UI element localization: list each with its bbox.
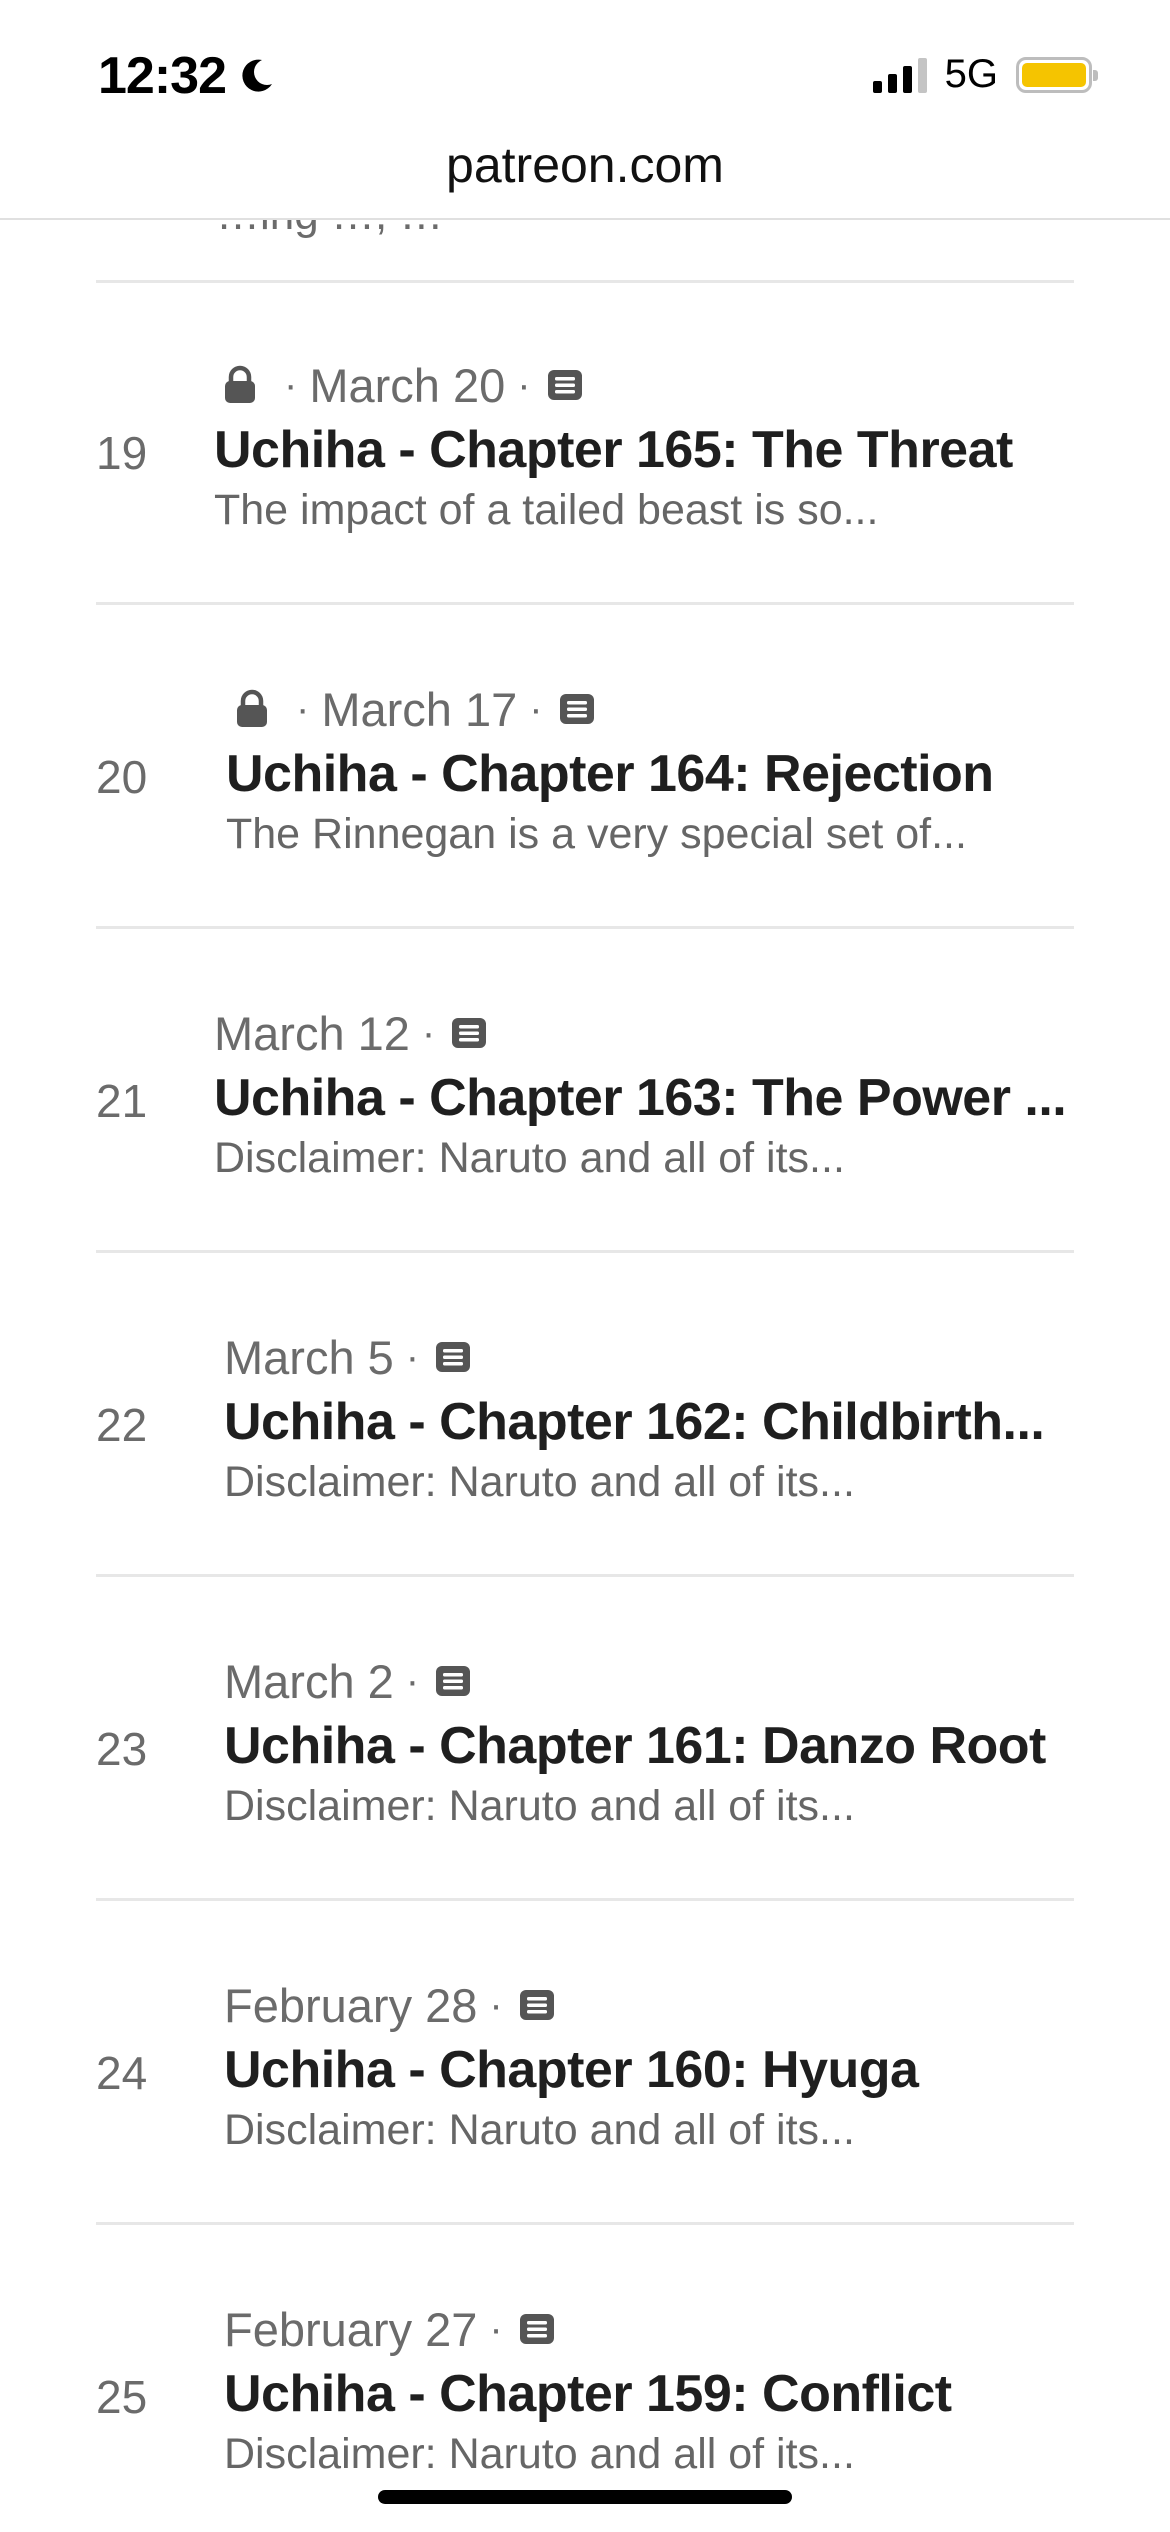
separator-dot: ·	[405, 1334, 420, 1379]
post-meta: February 28 ·	[224, 1976, 918, 2034]
home-indicator	[378, 2490, 792, 2504]
post-excerpt: Disclaimer: Naruto and all of its...	[224, 1782, 855, 1830]
post-list-item[interactable]: 20 · March 17 · Uchiha - Chapter 164: Reject…	[96, 604, 1074, 929]
post-date: March 20	[309, 358, 506, 412]
network-label: 5G	[944, 52, 998, 96]
post-date: March 2	[224, 1654, 394, 1708]
post-excerpt: The Rinnegan is a very special set of...	[226, 810, 967, 858]
post-date: March 12	[214, 1006, 410, 1060]
post-excerpt: Disclaimer: Naruto and all of its...	[214, 1134, 845, 1182]
post-content: March 2 · Uchiha - Chapter 161: Danzo Root…	[224, 1652, 1046, 1831]
clock-time: 12:32	[98, 47, 227, 105]
post-content: February 27 · Uchiha - Chapter 159: Confli…	[224, 2300, 952, 2479]
separator-dot: ·	[421, 1010, 436, 1055]
post-date: March 5	[224, 1330, 394, 1384]
text-post-icon	[436, 1666, 471, 1696]
post-number: 21	[96, 1075, 148, 1127]
lock-icon	[225, 365, 255, 403]
post-title[interactable]: Uchiha - Chapter 159: Conflict	[224, 2364, 952, 2424]
post-number: 25	[96, 2371, 148, 2423]
post-list-item[interactable]: 25 February 27 · Uchiha - Chapter 159: Conf…	[96, 2224, 1074, 2532]
text-post-icon	[519, 2314, 554, 2344]
separator-dot: ·	[489, 2306, 503, 2351]
list-item-partial[interactable]: …ing …, …	[96, 218, 1074, 283]
post-list-item[interactable]: 23 March 2 · Uchiha - Chapter 161: Danzo Ro…	[96, 1576, 1074, 1901]
post-meta: · March 17 ·	[226, 680, 994, 738]
separator-dot: ·	[296, 686, 310, 731]
post-content: · March 17 · Uchiha - Chapter 164: Rejectio…	[226, 680, 994, 859]
post-number: 24	[96, 2047, 148, 2099]
post-list: …ing …, … 19·March 20·Uchiha - Chapter 1…	[0, 218, 1170, 2532]
signal-icon	[872, 57, 927, 93]
text-post-icon	[436, 1342, 471, 1372]
lock-icon	[237, 689, 267, 727]
post-excerpt: The impact of a tailed beast is so...	[214, 486, 879, 534]
separator-dot: ·	[405, 1658, 420, 1703]
browser-url-bar[interactable]: patreon.com	[0, 128, 1170, 220]
text-post-icon	[452, 1018, 487, 1048]
post-title[interactable]: Uchiha - Chapter 162: Childbirth...	[224, 1392, 1045, 1452]
status-indicators: 5G	[872, 52, 1098, 97]
post-excerpt: Disclaimer: Naruto and all of its...	[224, 2106, 855, 2154]
post-meta: March 5 ·	[224, 1328, 1044, 1386]
separator-dot: ·	[489, 1982, 503, 2027]
text-post-icon	[547, 370, 582, 400]
text-post-icon	[519, 1990, 554, 2020]
post-content: March 5 · Uchiha - Chapter 162: Childbirth…	[224, 1328, 1045, 1507]
post-content: March 12 · Uchiha - Chapter 163: The Power…	[214, 1004, 1067, 1183]
post-excerpt: …ing …, …	[216, 218, 443, 240]
post-meta: · March 20 ·	[214, 356, 1013, 414]
post-number: 19	[96, 427, 148, 479]
post-date: March 17	[321, 682, 518, 736]
clock: 12:32	[98, 46, 276, 106]
post-number: 22	[96, 1399, 148, 1451]
post-title[interactable]: Uchiha - Chapter 161: Danzo Root	[224, 1716, 1046, 1776]
post-list-item[interactable]: 22 March 5 · Uchiha - Chapter 162: Childbir…	[96, 1252, 1074, 1577]
post-meta: February 27 ·	[224, 2300, 952, 2358]
post-number: 20	[96, 751, 148, 803]
post-title[interactable]: Uchiha - Chapter 163: The Power ...	[214, 1068, 1067, 1128]
post-number: 23	[96, 1723, 148, 1775]
post-title[interactable]: Uchiha - Chapter 164: Rejection	[226, 744, 994, 804]
post-list-item[interactable]: 21 March 12 · Uchiha - Chapter 163: The Pow…	[96, 928, 1074, 1253]
post-title[interactable]: Uchiha - Chapter 165: The Threat	[214, 420, 1013, 480]
separator-dot: ·	[284, 362, 298, 407]
post-content: · March 20 · Uchiha - Chapter 165: The Thre…	[214, 356, 1013, 535]
post-list-item[interactable]: 24 February 28 · Uchiha - Chapter 160: Hyug…	[96, 1900, 1074, 2225]
text-post-icon	[559, 694, 594, 724]
post-date: February 28	[224, 1978, 478, 2032]
battery-icon	[1016, 56, 1098, 93]
separator-dot: ·	[529, 686, 543, 731]
post-excerpt: Disclaimer: Naruto and all of its...	[224, 2430, 855, 2478]
post-date: February 27	[224, 2302, 478, 2356]
post-meta: March 2 ·	[224, 1652, 1046, 1710]
separator-dot: ·	[517, 362, 531, 407]
post-content: February 28 · Uchiha - Chapter 160: Hyuga D…	[224, 1976, 919, 2155]
moon-icon	[242, 59, 272, 92]
post-meta: March 12 ·	[214, 1004, 1066, 1062]
post-list-item[interactable]: 19 · March 20 · Uchiha - Chapter 165: The Th…	[96, 280, 1074, 605]
url-text: patreon.com	[446, 137, 724, 193]
post-excerpt: Disclaimer: Naruto and all of its...	[224, 1458, 855, 1506]
post-title[interactable]: Uchiha - Chapter 160: Hyuga	[224, 2040, 919, 2100]
status-bar: 12:32 5G	[0, 0, 1170, 140]
